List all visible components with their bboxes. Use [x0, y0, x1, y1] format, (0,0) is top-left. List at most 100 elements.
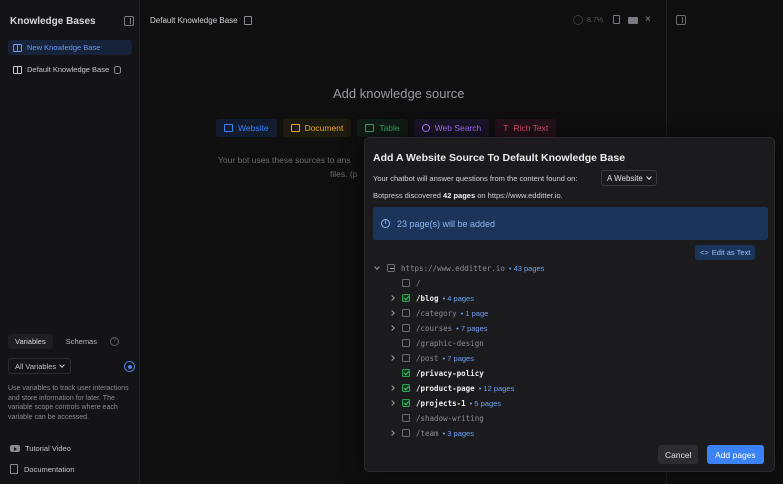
- tree-row-label: /blog: [416, 293, 439, 303]
- chevron-right-icon[interactable]: [388, 384, 396, 392]
- page-title-text: Default Knowledge Base: [150, 16, 238, 25]
- usage-indicator: 8.7%: [573, 15, 603, 25]
- tab-website[interactable]: Website: [216, 119, 277, 137]
- chevron-right-icon[interactable]: [388, 294, 396, 302]
- tree-row-count: • 43 pages: [508, 263, 545, 273]
- add-pages-button[interactable]: Add pages: [707, 445, 764, 464]
- tree-row-label: https://www.edditter.io: [401, 263, 505, 273]
- page-title: Default Knowledge Base: [150, 16, 252, 25]
- tree-row-label: /post: [416, 353, 439, 363]
- page-checkbox[interactable]: [402, 294, 410, 302]
- page-checkbox[interactable]: [402, 279, 410, 287]
- page-checkbox[interactable]: [402, 384, 410, 392]
- chevron-right-icon[interactable]: [388, 429, 396, 437]
- tree-row[interactable]: /post • 7 pages: [388, 351, 474, 365]
- youtube-icon: [10, 445, 20, 452]
- modal-title: Add A Website Source To Default Knowledg…: [373, 152, 626, 164]
- tab-table-label: Table: [379, 123, 400, 133]
- tree-row-count: • 3 pages: [442, 428, 474, 438]
- new-knowledge-base-label: New Knowledge Base: [27, 43, 101, 52]
- book-icon: [13, 65, 22, 74]
- cancel-button[interactable]: Cancel: [658, 445, 699, 464]
- tree-row[interactable]: /category • 1 page: [388, 306, 488, 320]
- documentation-link[interactable]: Documentation: [10, 464, 74, 474]
- source-tabs: Website Document Table Web Search T Rich…: [216, 119, 557, 137]
- discovered-suffix: on https://www.edditter.io.: [477, 191, 563, 200]
- tree-row-count: • 4 pages: [442, 293, 474, 303]
- tree-row[interactable]: /shadow-writing: [388, 411, 484, 425]
- sidebar-item-default-knowledge-base[interactable]: Default Knowledge Base: [8, 62, 136, 77]
- tree-row-label: /category: [416, 308, 457, 318]
- tree-row-count: • 5 pages: [469, 398, 502, 408]
- variables-filter-select[interactable]: All Variables: [8, 358, 72, 374]
- tree-row-label: /shadow-writing: [416, 413, 484, 423]
- page-checkbox[interactable]: [387, 264, 395, 272]
- copy-icon[interactable]: [243, 16, 252, 25]
- chevron-down-icon: [646, 174, 652, 180]
- video-icon[interactable]: [628, 17, 638, 24]
- add-website-modal: Add A Website Source To Default Knowledg…: [364, 137, 775, 472]
- variables-tabs: Variables Schemas ?: [8, 334, 119, 349]
- chevron-right-icon[interactable]: [388, 324, 396, 332]
- page-checkbox[interactable]: [402, 309, 410, 317]
- tree-row[interactable]: /product-page • 12 pages: [388, 381, 514, 395]
- usage-value: 8.7%: [587, 16, 603, 24]
- document-icon: [290, 124, 300, 132]
- edit-as-text-label: Edit as Text: [711, 248, 751, 257]
- new-knowledge-base-button[interactable]: New Knowledge Base: [8, 40, 132, 55]
- source-type-select[interactable]: A Website: [601, 170, 657, 186]
- search-icon: [421, 124, 430, 132]
- tab-variables[interactable]: Variables: [8, 334, 53, 349]
- tab-web-search[interactable]: Web Search: [413, 119, 490, 137]
- tab-rich-text[interactable]: T Rich Text: [495, 119, 557, 137]
- tree-row-label: /courses: [416, 323, 453, 333]
- chevron-right-icon[interactable]: [388, 354, 396, 362]
- tree-row[interactable]: /blog • 4 pages: [388, 291, 474, 305]
- toggle-panel-icon[interactable]: [676, 15, 686, 25]
- edit-as-text-button[interactable]: <> Edit as Text: [695, 245, 756, 260]
- tree-row-label: /product-page: [416, 383, 475, 393]
- browser-icon: [224, 124, 233, 132]
- tab-rich-text-label: Rich Text: [513, 123, 549, 133]
- main-description-2: files. (p: [330, 169, 358, 179]
- chevron-right-icon[interactable]: [388, 309, 396, 317]
- page-checkbox[interactable]: [402, 429, 410, 437]
- discovered-prefix: Botpress discovered: [373, 191, 441, 200]
- tree-row[interactable]: /projects-1 • 5 pages: [388, 396, 501, 410]
- chevron-right-icon[interactable]: [388, 399, 396, 407]
- tree-row-label: /team: [416, 428, 439, 438]
- tree-row-count: • 1 page: [460, 308, 489, 318]
- code-icon: <>: [700, 248, 709, 257]
- tree-row[interactable]: /courses • 7 pages: [388, 321, 488, 335]
- close-icon[interactable]: ×: [645, 15, 655, 25]
- tree-row[interactable]: /team • 3 pages: [388, 426, 474, 440]
- tree-row[interactable]: https://www.edditter.io • 43 pages: [373, 261, 544, 275]
- tutorial-video-link[interactable]: Tutorial Video: [10, 444, 71, 453]
- progress-ring-icon: [573, 15, 583, 25]
- page-checkbox[interactable]: [402, 414, 410, 422]
- help-icon[interactable]: ?: [109, 337, 119, 346]
- tab-table[interactable]: Table: [357, 119, 408, 137]
- page-checkbox[interactable]: [402, 339, 410, 347]
- chevron-down-icon[interactable]: [373, 264, 381, 272]
- page-checkbox[interactable]: [402, 354, 410, 362]
- page-checkbox[interactable]: [402, 369, 410, 377]
- tab-schemas[interactable]: Schemas: [59, 334, 104, 349]
- variables-description: Use variables to track user interactions…: [8, 385, 129, 421]
- file-icon[interactable]: [613, 15, 620, 24]
- page-checkbox[interactable]: [402, 324, 410, 332]
- info-banner: i 23 page(s) will be added: [373, 207, 768, 240]
- tree-row[interactable]: /graphic-design: [388, 336, 484, 350]
- main-description: Your bot uses these sources to ans: [218, 155, 351, 165]
- tab-document[interactable]: Document: [282, 119, 352, 137]
- page-checkbox[interactable]: [402, 399, 410, 407]
- tree-row-label: /: [416, 278, 421, 288]
- tree-row[interactable]: /privacy-policy: [388, 366, 484, 380]
- collapse-sidebar-icon[interactable]: [124, 16, 134, 26]
- variables-settings-icon[interactable]: [124, 361, 135, 372]
- sidebar-item-label: Default Knowledge Base: [27, 65, 110, 74]
- tree-row[interactable]: /: [388, 276, 421, 290]
